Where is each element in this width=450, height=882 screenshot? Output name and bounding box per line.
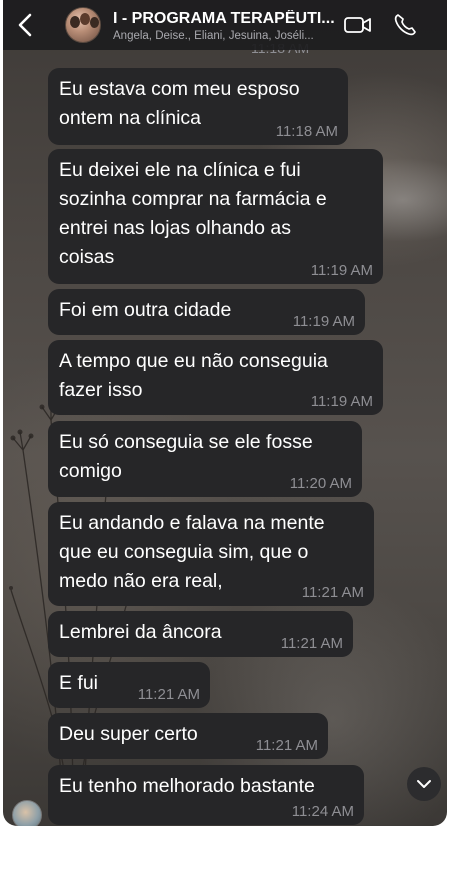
message-bubble[interactable]: E fui 11:21 AM — [48, 662, 210, 708]
message-bubble[interactable]: A tempo que eu não conseguia fazer isso 1… — [48, 340, 383, 415]
video-camera-icon[interactable] — [343, 14, 373, 36]
message-timestamp: 11:18 AM — [275, 123, 338, 140]
message-timestamp: 11:24 AM — [291, 803, 354, 820]
chat-header: I - PROGRAMA TERAPÊUTI... Angela, Deise.… — [3, 0, 447, 50]
message-timestamp: 11:19 AM — [310, 393, 373, 410]
message-bubble[interactable]: Foi em outra cidade 11:19 AM — [48, 289, 365, 335]
group-avatar[interactable] — [65, 7, 101, 43]
message-timestamp: 11:21 AM — [255, 737, 318, 754]
message-text: Eu andando e falava na mente que eu cons… — [59, 512, 325, 592]
message-bubble[interactable]: Deu super certo 11:21 AM — [48, 713, 328, 759]
group-members[interactable]: Angela, Deise., Eliani, Jesuina, Joséli.… — [113, 30, 335, 42]
message-bubble[interactable]: Eu tenho melhorado bastante 11:24 AM — [48, 765, 364, 825]
message-bubble[interactable]: Eu deixei ele na clínica e fui sozinha c… — [48, 149, 383, 284]
message-timestamp: 11:19 AM — [292, 313, 355, 330]
message-bubble[interactable]: Lembrei da âncora 11:21 AM — [48, 611, 353, 657]
message-timestamp: 11:21 AM — [137, 686, 200, 703]
message-timestamp: 11:20 AM — [289, 475, 352, 492]
message-timestamp: 11:19 AM — [310, 262, 373, 279]
message-text: Eu tenho melhorado bastante — [59, 775, 315, 797]
sender-avatar[interactable] — [12, 800, 42, 826]
message-bubble[interactable]: Eu só conseguia se ele fosse comigo 11:20… — [48, 421, 362, 497]
scroll-to-bottom-button[interactable] — [407, 767, 441, 801]
message-bubble[interactable]: Eu andando e falava na mente que eu cons… — [48, 502, 374, 606]
message-text: Eu deixei ele na clínica e fui sozinha c… — [59, 159, 327, 268]
group-title[interactable]: I - PROGRAMA TERAPÊUTI... — [113, 10, 335, 28]
chevron-left-icon[interactable] — [13, 10, 39, 40]
message-timestamp: 11:21 AM — [301, 584, 364, 601]
chat-screen: 11:18 AM Eu estava com meu esposo ontem … — [3, 0, 447, 826]
chevron-down-icon — [417, 780, 431, 788]
message-timestamp: 11:21 AM — [280, 635, 343, 652]
phone-icon[interactable] — [393, 12, 417, 38]
message-bubble[interactable]: Eu estava com meu esposo ontem na clínic… — [48, 68, 348, 145]
